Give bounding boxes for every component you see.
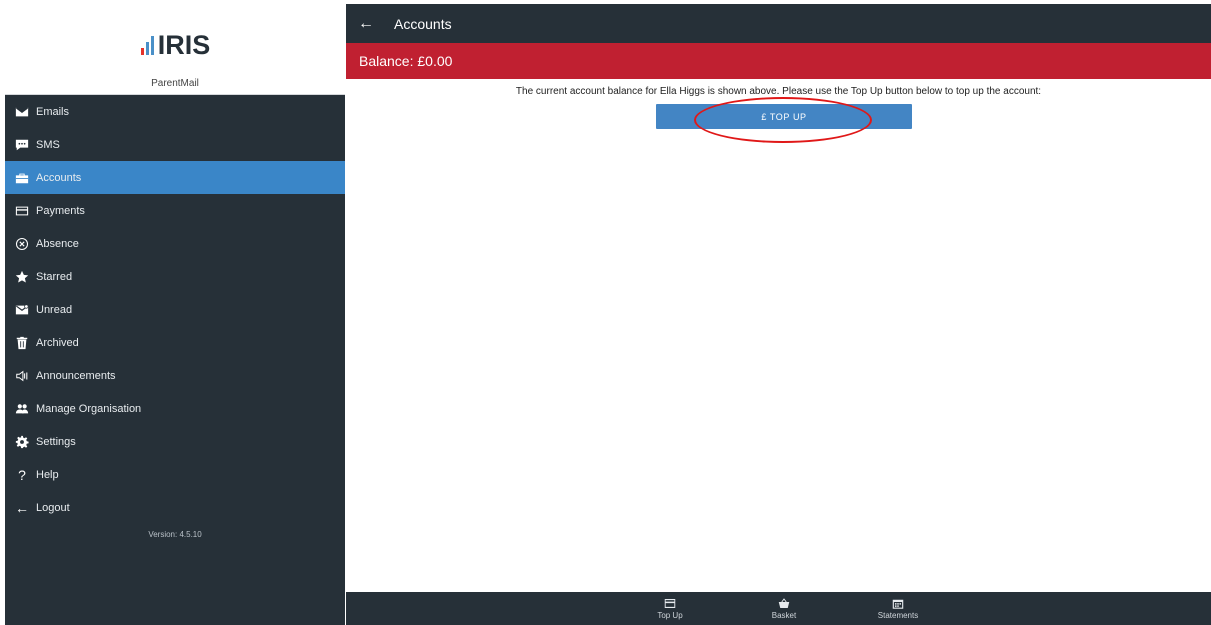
speaker-icon (15, 369, 29, 383)
sidebar-item-unread[interactable]: Unread (5, 293, 345, 326)
sidebar-item-absence[interactable]: Absence (5, 227, 345, 260)
back-arrow-icon[interactable]: ← (358, 15, 376, 33)
main-content: The current account balance for Ella Hig… (346, 79, 1211, 592)
sidebar-item-emails[interactable]: Emails (5, 95, 345, 128)
sidebar-item-help[interactable]: ? Help (5, 458, 345, 491)
sidebar-item-settings[interactable]: Settings (5, 425, 345, 458)
sidebar-item-archived[interactable]: Archived (5, 326, 345, 359)
page-title: Accounts (394, 15, 452, 32)
credit-card-icon (15, 204, 29, 218)
question-icon: ? (18, 466, 26, 483)
sidebar-item-starred[interactable]: Starred (5, 260, 345, 293)
logo-bars-icon (140, 35, 156, 55)
sidebar-item-label: Settings (36, 435, 76, 448)
sidebar-item-manage-organisation[interactable]: Manage Organisation (5, 392, 345, 425)
bottom-nav-statements[interactable]: Statements (868, 598, 928, 620)
sidebar-item-label: Unread (36, 303, 73, 316)
top-up-button[interactable]: £ TOP UP (656, 104, 912, 129)
sidebar-item-logout[interactable]: ← Logout (5, 491, 345, 524)
trash-icon (15, 336, 29, 350)
users-icon (15, 402, 29, 416)
sidebar-item-label: Archived (36, 336, 79, 349)
sidebar-item-announcements[interactable]: Announcements (5, 359, 345, 392)
balance-text: Balance: £0.00 (359, 53, 453, 69)
bottom-nav-label: Basket (771, 611, 797, 620)
star-icon (15, 270, 29, 284)
envelope-icon (15, 105, 29, 119)
chat-icon (15, 138, 29, 152)
bottom-nav: Top Up Basket Statements (346, 592, 1211, 625)
bottom-nav-top-up[interactable]: Top Up (640, 598, 700, 620)
sidebar-item-label: Starred (36, 270, 73, 283)
brand-header: IRIS ParentMail (5, 4, 345, 95)
sidebar-item-payments[interactable]: Payments (5, 194, 345, 227)
sidebar-item-label: SMS (36, 138, 60, 151)
balance-banner: Balance: £0.00 (346, 43, 1211, 79)
sidebar-item-label: Absence (36, 237, 79, 250)
mail-unread-icon (15, 303, 29, 317)
sidebar-item-accounts[interactable]: Accounts (5, 161, 345, 194)
bottom-nav-label: Top Up (657, 611, 683, 620)
balance-info-text: The current account balance for Ella Hig… (515, 86, 1042, 97)
arrow-left-icon: ← (15, 499, 29, 516)
card-icon (664, 599, 676, 608)
sidebar-item-label: Accounts (36, 171, 82, 184)
top-app-bar: ← Accounts (346, 4, 1211, 43)
sidebar-item-label: Announcements (36, 369, 116, 382)
basket-icon (778, 598, 790, 608)
briefcase-icon (15, 171, 29, 185)
gear-icon (15, 435, 29, 449)
sidebar-item-label: Manage Organisation (36, 402, 142, 415)
calendar-icon (892, 599, 904, 609)
sidebar-nav: Emails SMS Accounts Payments Absence Sta… (5, 95, 345, 524)
sidebar: IRIS ParentMail Emails SMS Accounts Paym… (5, 4, 345, 625)
logo-text: IRIS (157, 30, 211, 60)
bottom-nav-label: Statements (877, 611, 919, 620)
iris-logo[interactable]: IRIS (5, 30, 345, 61)
sidebar-item-label: Payments (36, 204, 85, 217)
sidebar-item-label: Logout (36, 501, 70, 514)
sidebar-item-label: Emails (36, 105, 70, 118)
app-version: Version: 4.5.10 (148, 530, 202, 539)
organisation-name: ParentMail (151, 78, 199, 89)
circle-x-icon (15, 237, 29, 251)
sidebar-item-sms[interactable]: SMS (5, 128, 345, 161)
bottom-nav-basket[interactable]: Basket (754, 598, 814, 620)
sidebar-item-label: Help (36, 468, 59, 481)
